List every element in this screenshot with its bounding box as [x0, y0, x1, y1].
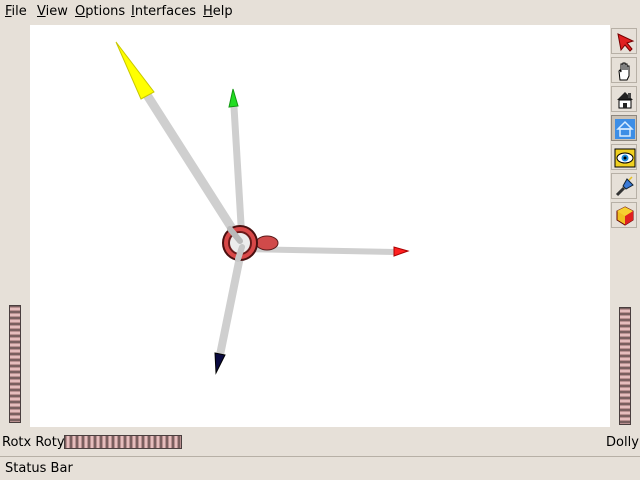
rotx-roty-label: Rotx Roty — [2, 435, 65, 450]
view-all-icon — [614, 148, 636, 168]
menu-view[interactable]: View — [37, 4, 68, 20]
dolly-thumbwheel[interactable] — [619, 307, 631, 425]
home-button[interactable] — [611, 86, 637, 112]
green-axis-shaft — [230, 103, 246, 245]
pan-hand-button[interactable] — [611, 57, 637, 83]
dolly-label: Dolly — [606, 435, 639, 450]
set-home-button[interactable] — [611, 115, 637, 141]
pan-hand-icon — [618, 62, 630, 81]
yellow-axis-tip — [115, 41, 155, 100]
blue-axis-shaft — [216, 243, 246, 359]
3d-viewport[interactable] — [30, 25, 610, 427]
rotx-thumbwheel[interactable] — [9, 305, 21, 423]
seek-flashlight-icon — [615, 176, 634, 197]
menu-help[interactable]: Help — [203, 4, 233, 20]
seek-button[interactable] — [611, 173, 637, 199]
origin-handle — [255, 235, 279, 251]
projection-button[interactable] — [611, 202, 637, 228]
select-arrow-button[interactable] — [611, 28, 637, 54]
statusbar-divider — [0, 456, 640, 457]
view-all-button[interactable] — [611, 144, 637, 170]
set-home-icon — [615, 119, 635, 139]
menu-bar: File View Options Interfaces Help — [0, 0, 640, 24]
green-axis-tip — [228, 88, 239, 108]
menu-interfaces[interactable]: Interfaces — [131, 4, 196, 20]
status-bar-text: Status Bar — [5, 461, 73, 476]
select-arrow-icon — [617, 33, 635, 52]
menu-file[interactable]: File — [5, 4, 27, 20]
yellow-axis-shaft — [142, 90, 245, 246]
scene-graphic — [115, 41, 410, 375]
red-axis-tip — [393, 246, 410, 257]
blue-axis-tip — [214, 352, 226, 375]
roty-thumbwheel[interactable] — [64, 435, 182, 449]
home-icon — [617, 92, 633, 109]
menu-options[interactable]: Options — [75, 4, 125, 20]
projection-cube-icon — [616, 206, 634, 226]
